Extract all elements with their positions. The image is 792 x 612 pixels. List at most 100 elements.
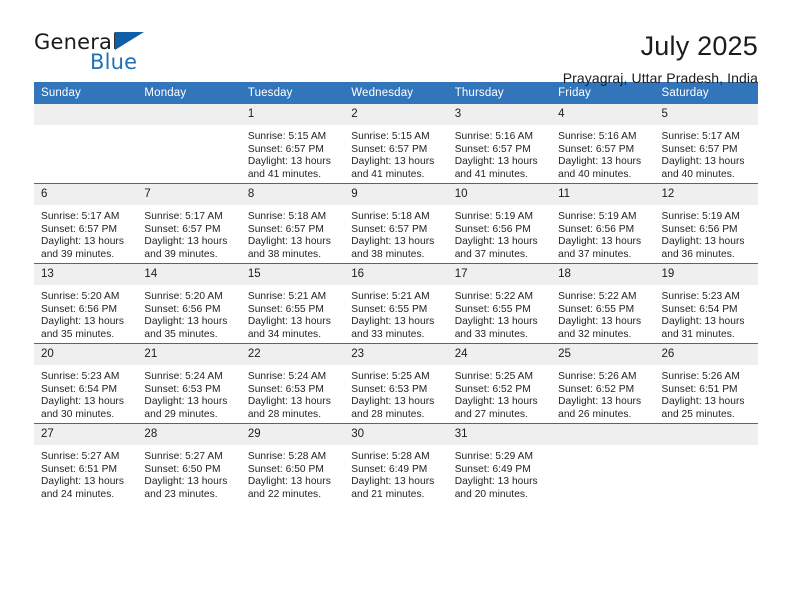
daylight-line-1: Daylight: 13 hours bbox=[41, 476, 125, 488]
daylight-line-2: and 30 minutes. bbox=[41, 408, 115, 420]
sunset-time: Sunset: 6:54 PM bbox=[41, 383, 118, 395]
daylight-line-2: and 24 minutes. bbox=[41, 488, 115, 500]
sunset-time: Sunset: 6:57 PM bbox=[247, 143, 324, 155]
daylight-line-2: and 35 minutes. bbox=[144, 328, 218, 340]
calendar-body: 1 Sunrise: 5:15 AM Sunset: 6:57 PM Daylight… bbox=[34, 104, 758, 503]
calendar-day-cell[interactable]: 31 Sunrise: 5:29 AM Sunset: 6:49 PM Dayligh… bbox=[447, 423, 552, 503]
day-details: Sunrise: 5:26 AM Sunset: 6:51 PM Daylight:… bbox=[655, 365, 758, 421]
calendar-day-cell[interactable]: 15 Sunrise: 5:21 AM Sunset: 6:55 PM Dayligh… bbox=[240, 263, 345, 344]
sunrise-time: Sunrise: 5:15 AM bbox=[351, 131, 430, 142]
day-number: 26 bbox=[654, 344, 758, 365]
calendar-day-cell[interactable]: 6 Sunrise: 5:17 AM Sunset: 6:57 PM Daylight… bbox=[34, 183, 138, 264]
daylight-line-2: and 36 minutes. bbox=[661, 248, 735, 260]
day-details: Sunrise: 5:17 AM Sunset: 6:57 PM Daylight:… bbox=[137, 205, 240, 261]
daylight-line-1: Daylight: 13 hours bbox=[144, 476, 228, 488]
calendar-day-cell[interactable]: 1 Sunrise: 5:15 AM Sunset: 6:57 PM Daylight… bbox=[240, 104, 345, 184]
daylight-line-2: and 38 minutes. bbox=[247, 248, 322, 260]
daylight-line-2: and 37 minutes. bbox=[558, 248, 632, 260]
calendar-day-cell[interactable]: 17 Sunrise: 5:22 AM Sunset: 6:55 PM Dayligh… bbox=[447, 263, 552, 344]
day-number: 22 bbox=[240, 344, 345, 365]
sunrise-time: Sunrise: 5:28 AM bbox=[351, 451, 430, 462]
calendar-day-cell[interactable]: 12 Sunrise: 5:19 AM Sunset: 6:56 PM Dayligh… bbox=[654, 183, 758, 264]
sunset-time: Sunset: 6:57 PM bbox=[351, 223, 428, 235]
daylight-line-1: Daylight: 13 hours bbox=[558, 156, 642, 168]
sunset-time: Sunset: 6:52 PM bbox=[454, 383, 531, 395]
daylight-line-1: Daylight: 13 hours bbox=[351, 476, 435, 488]
calendar-day-cell[interactable]: 21 Sunrise: 5:24 AM Sunset: 6:53 PM Dayligh… bbox=[137, 343, 241, 424]
calendar-day-cell[interactable]: 30 Sunrise: 5:28 AM Sunset: 6:49 PM Dayligh… bbox=[344, 423, 448, 503]
calendar-day-cell[interactable]: 8 Sunrise: 5:18 AM Sunset: 6:57 PM Daylight… bbox=[240, 183, 345, 264]
calendar-day-cell[interactable]: 13 Sunrise: 5:20 AM Sunset: 6:56 PM Dayligh… bbox=[34, 263, 138, 344]
calendar-day-cell[interactable]: 3 Sunrise: 5:16 AM Sunset: 6:57 PM Daylight… bbox=[447, 104, 552, 184]
sunset-time: Sunset: 6:57 PM bbox=[661, 143, 738, 155]
sunset-time: Sunset: 6:56 PM bbox=[41, 303, 118, 315]
sunrise-time: Sunrise: 5:24 AM bbox=[247, 371, 327, 382]
day-number bbox=[654, 424, 758, 445]
sunrise-time: Sunrise: 5:24 AM bbox=[144, 371, 223, 382]
daylight-line-1: Daylight: 13 hours bbox=[247, 316, 331, 328]
sunset-time: Sunset: 6:51 PM bbox=[661, 383, 738, 395]
calendar-day-cell[interactable]: 14 Sunrise: 5:20 AM Sunset: 6:56 PM Dayligh… bbox=[137, 263, 241, 344]
weekday-header-monday: Monday bbox=[137, 82, 241, 104]
daylight-line-1: Daylight: 13 hours bbox=[454, 396, 538, 408]
calendar-day-cell[interactable]: 4 Sunrise: 5:16 AM Sunset: 6:57 PM Daylight… bbox=[551, 104, 655, 184]
calendar-grid: Sunday Monday Tuesday Wednesday Thursday… bbox=[34, 82, 758, 503]
sunrise-time: Sunrise: 5:26 AM bbox=[661, 371, 740, 382]
calendar-day-cell[interactable]: 10 Sunrise: 5:19 AM Sunset: 6:56 PM Dayligh… bbox=[447, 183, 552, 264]
day-number: 19 bbox=[654, 264, 758, 285]
daylight-line-1: Daylight: 13 hours bbox=[247, 476, 331, 488]
sunrise-time: Sunrise: 5:23 AM bbox=[41, 371, 120, 382]
page-title: July 2025 bbox=[640, 31, 758, 61]
daylight-line-1: Daylight: 13 hours bbox=[351, 396, 435, 408]
daylight-line-2: and 26 minutes. bbox=[558, 408, 632, 420]
calendar-day-cell[interactable]: 26 Sunrise: 5:26 AM Sunset: 6:51 PM Dayligh… bbox=[654, 343, 758, 424]
day-details: Sunrise: 5:25 AM Sunset: 6:52 PM Daylight:… bbox=[448, 365, 551, 421]
day-details: Sunrise: 5:16 AM Sunset: 6:57 PM Daylight:… bbox=[551, 125, 654, 181]
sunrise-time: Sunrise: 5:23 AM bbox=[661, 291, 740, 302]
sunrise-time: Sunrise: 5:29 AM bbox=[454, 451, 534, 462]
general-blue-logo[interactable]: General Blue bbox=[34, 30, 214, 82]
calendar-day-cell[interactable]: 24 Sunrise: 5:25 AM Sunset: 6:52 PM Dayligh… bbox=[447, 343, 552, 424]
calendar-page: General Blue July 2025 Prayagraj, Uttar … bbox=[0, 0, 792, 612]
calendar-day-cell[interactable]: 27 Sunrise: 5:27 AM Sunset: 6:51 PM Dayligh… bbox=[34, 423, 138, 503]
sunset-time: Sunset: 6:56 PM bbox=[558, 223, 635, 235]
sunrise-time: Sunrise: 5:21 AM bbox=[247, 291, 327, 302]
calendar-day-cell[interactable]: 2 Sunrise: 5:15 AM Sunset: 6:57 PM Daylight… bbox=[344, 104, 448, 184]
daylight-line-1: Daylight: 13 hours bbox=[41, 236, 125, 248]
calendar-day-cell[interactable]: 23 Sunrise: 5:25 AM Sunset: 6:53 PM Dayligh… bbox=[344, 343, 448, 424]
daylight-line-2: and 28 minutes. bbox=[247, 408, 322, 420]
day-details: Sunrise: 5:19 AM Sunset: 6:56 PM Daylight:… bbox=[655, 205, 758, 261]
day-details: Sunrise: 5:17 AM Sunset: 6:57 PM Daylight:… bbox=[34, 205, 137, 261]
daylight-line-2: and 31 minutes. bbox=[661, 328, 735, 340]
sunset-time: Sunset: 6:57 PM bbox=[454, 143, 531, 155]
sunrise-time: Sunrise: 5:17 AM bbox=[661, 131, 740, 142]
day-details: Sunrise: 5:19 AM Sunset: 6:56 PM Daylight:… bbox=[448, 205, 551, 261]
daylight-line-1: Daylight: 13 hours bbox=[558, 396, 642, 408]
day-details: Sunrise: 5:15 AM Sunset: 6:57 PM Daylight:… bbox=[344, 125, 447, 181]
sunrise-time: Sunrise: 5:15 AM bbox=[247, 131, 327, 142]
calendar-day-cell[interactable]: 11 Sunrise: 5:19 AM Sunset: 6:56 PM Dayligh… bbox=[551, 183, 655, 264]
sunset-time: Sunset: 6:56 PM bbox=[454, 223, 531, 235]
day-number: 5 bbox=[654, 104, 758, 125]
calendar-day-cell[interactable]: 7 Sunrise: 5:17 AM Sunset: 6:57 PM Daylight… bbox=[137, 183, 241, 264]
calendar-day-cell[interactable]: 22 Sunrise: 5:24 AM Sunset: 6:53 PM Dayligh… bbox=[240, 343, 345, 424]
weekday-header-thursday: Thursday bbox=[447, 82, 552, 104]
daylight-line-2: and 39 minutes. bbox=[144, 248, 218, 260]
sunset-time: Sunset: 6:54 PM bbox=[661, 303, 738, 315]
day-details: Sunrise: 5:29 AM Sunset: 6:49 PM Daylight:… bbox=[448, 445, 551, 501]
day-number: 13 bbox=[34, 264, 138, 285]
calendar-day-cell[interactable]: 9 Sunrise: 5:18 AM Sunset: 6:57 PM Daylight… bbox=[344, 183, 448, 264]
calendar-day-cell[interactable]: 20 Sunrise: 5:23 AM Sunset: 6:54 PM Dayligh… bbox=[34, 343, 138, 424]
calendar-day-cell[interactable]: 25 Sunrise: 5:26 AM Sunset: 6:52 PM Dayligh… bbox=[551, 343, 655, 424]
calendar-day-cell[interactable]: 28 Sunrise: 5:27 AM Sunset: 6:50 PM Dayligh… bbox=[137, 423, 241, 503]
calendar-day-cell[interactable]: 29 Sunrise: 5:28 AM Sunset: 6:50 PM Dayligh… bbox=[240, 423, 345, 503]
calendar-day-cell[interactable]: 16 Sunrise: 5:21 AM Sunset: 6:55 PM Dayligh… bbox=[344, 263, 448, 344]
calendar-day-cell[interactable]: 19 Sunrise: 5:23 AM Sunset: 6:54 PM Dayligh… bbox=[654, 263, 758, 344]
calendar-day-cell[interactable]: 18 Sunrise: 5:22 AM Sunset: 6:55 PM Dayligh… bbox=[551, 263, 655, 344]
sunset-time: Sunset: 6:57 PM bbox=[558, 143, 635, 155]
day-number: 9 bbox=[344, 184, 448, 205]
daylight-line-1: Daylight: 13 hours bbox=[144, 316, 228, 328]
calendar-day-cell[interactable]: 5 Sunrise: 5:17 AM Sunset: 6:57 PM Daylight… bbox=[654, 104, 758, 184]
day-details: Sunrise: 5:20 AM Sunset: 6:56 PM Daylight:… bbox=[137, 285, 240, 341]
sunset-time: Sunset: 6:56 PM bbox=[144, 303, 221, 315]
